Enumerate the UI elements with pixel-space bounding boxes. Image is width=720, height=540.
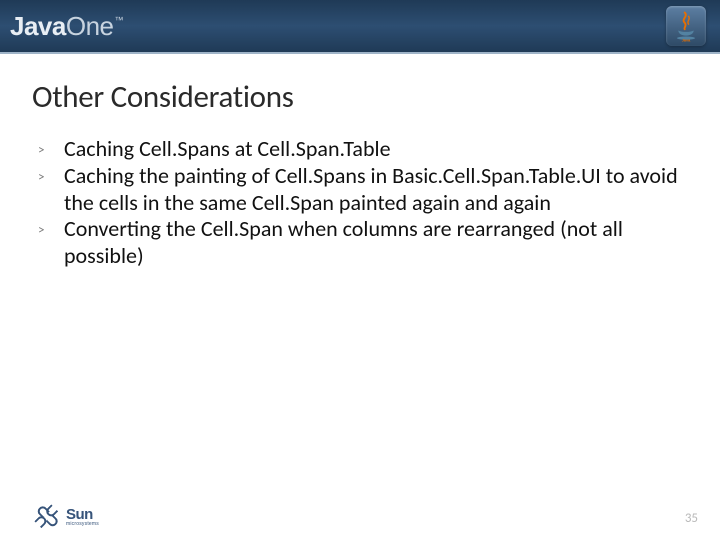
trademark-symbol: ™ [115,15,124,25]
bullet-list: > Caching Cell.Spans at Cell.Span.Table … [32,136,688,270]
java-cup-icon: Java [673,10,699,42]
slide: JavaOne™ Java Other Considerations > Cac… [0,0,720,540]
java-word: Java [682,38,691,42]
sun-text: Sun microsystems [66,507,99,527]
bullet-text: Caching Cell.Spans at Cell.Span.Table [64,136,688,163]
logo-text-one: One [66,11,114,42]
bullet-text: Converting the Cell.Span when columns ar… [64,216,688,270]
bullet-marker: > [38,136,64,159]
header-bar: JavaOne™ Java [0,0,720,54]
list-item: > Converting the Cell.Span when columns … [38,216,688,270]
java-icon: Java [666,6,706,46]
footer: Sun microsystems 35 [0,484,720,540]
list-item: > Caching Cell.Spans at Cell.Span.Table [38,136,688,163]
sun-text-big: Sun [66,507,99,522]
page-number: 35 [685,511,698,530]
list-item: > Caching the painting of Cell.Spans in … [38,163,688,217]
sun-text-small: microsystems [66,522,99,527]
slide-title: Other Considerations [32,78,688,116]
javaone-logo: JavaOne™ [10,11,122,42]
sun-glyph-icon [29,499,66,536]
bullet-text: Caching the painting of Cell.Spans in Ba… [64,163,688,217]
content-area: Other Considerations > Caching Cell.Span… [0,54,720,540]
bullet-marker: > [38,163,64,186]
logo-text-java: Java [10,11,66,42]
bullet-marker: > [38,216,64,239]
sun-logo: Sun microsystems [34,504,99,530]
